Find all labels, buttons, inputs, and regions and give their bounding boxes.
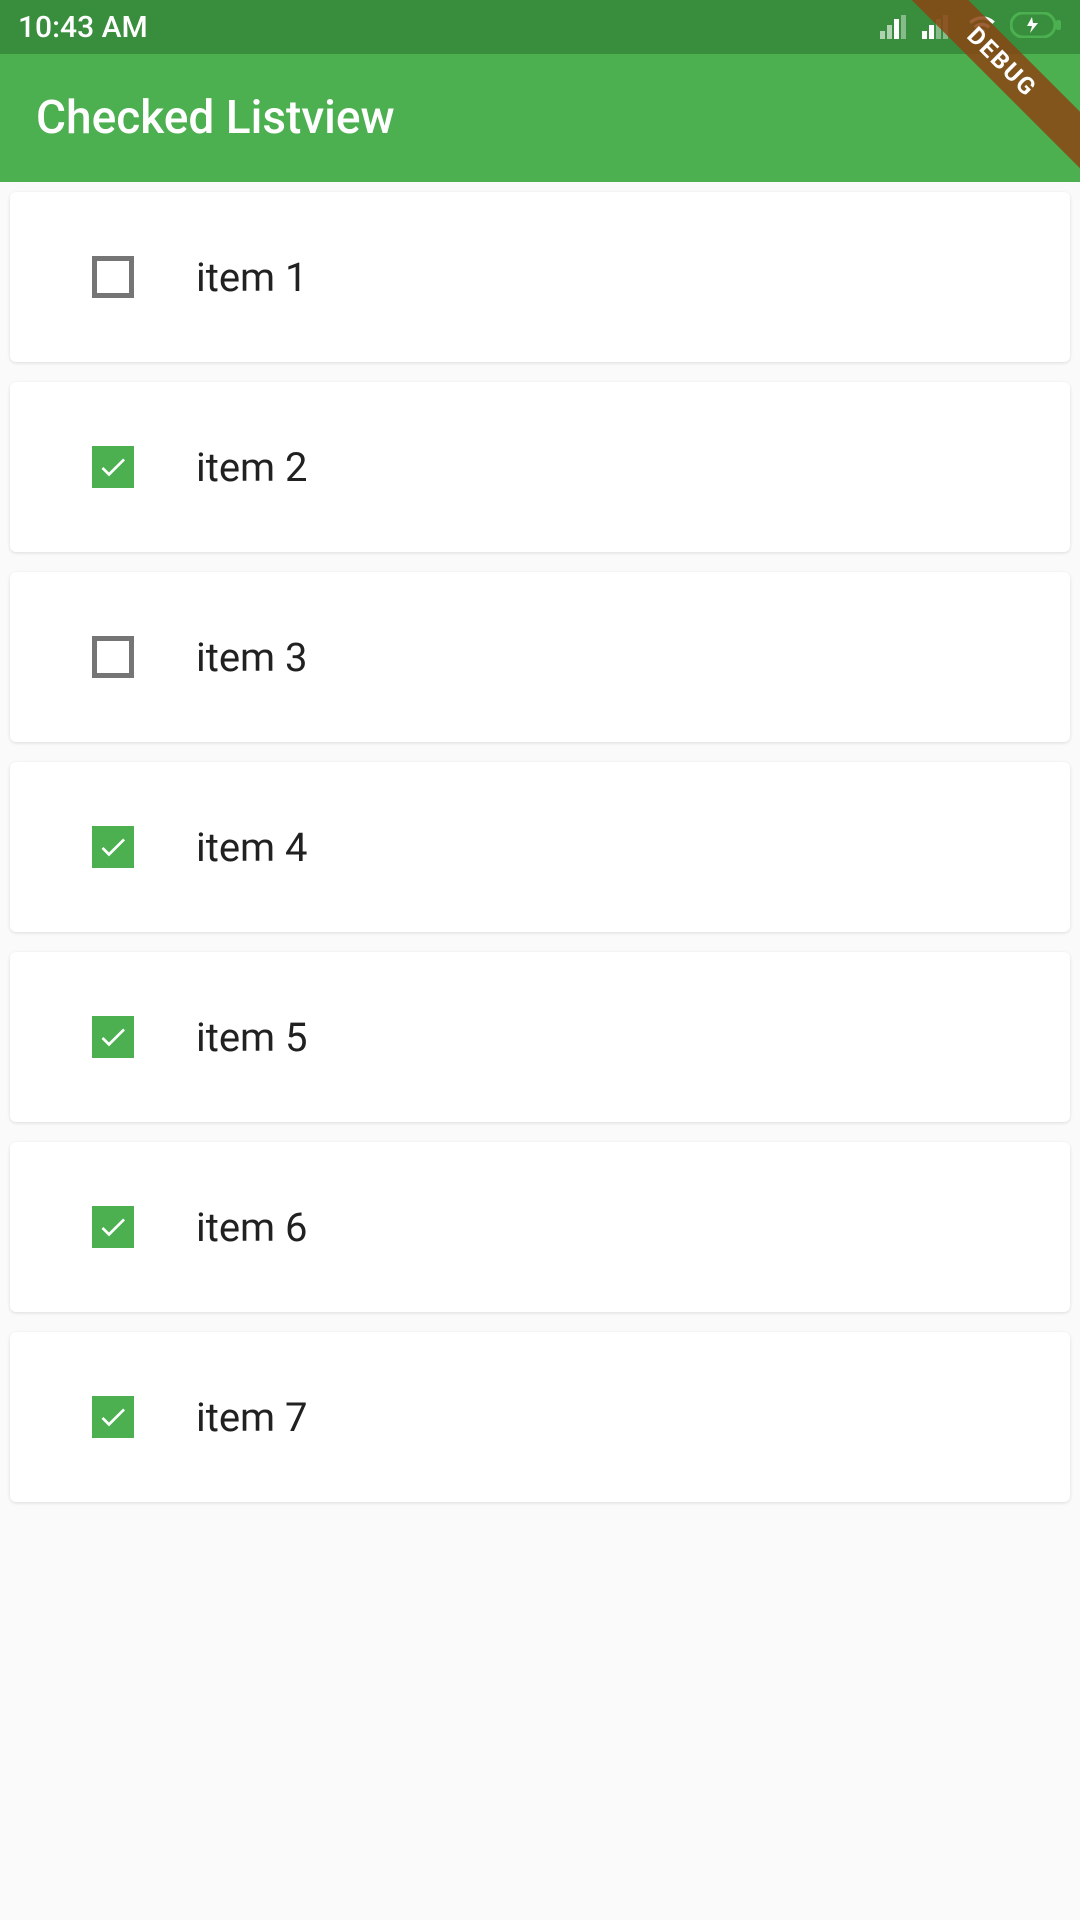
checkbox[interactable] bbox=[92, 636, 134, 678]
list-item-label: item 6 bbox=[196, 1204, 308, 1251]
list-item-label: item 4 bbox=[196, 824, 308, 871]
status-icons bbox=[880, 11, 1062, 43]
wifi-icon bbox=[964, 11, 1000, 43]
list-item-label: item 3 bbox=[196, 634, 308, 681]
list-item-label: item 1 bbox=[196, 254, 308, 301]
battery-charging-icon bbox=[1010, 12, 1062, 42]
checkbox[interactable] bbox=[92, 256, 134, 298]
checkbox[interactable] bbox=[92, 1016, 134, 1058]
checkbox[interactable] bbox=[92, 826, 134, 868]
page-title: Checked Listview bbox=[36, 91, 395, 145]
checkbox[interactable] bbox=[92, 446, 134, 488]
checkbox[interactable] bbox=[92, 1206, 134, 1248]
list-item[interactable]: item 1 bbox=[10, 192, 1070, 362]
checkbox[interactable] bbox=[92, 1396, 134, 1438]
signal-icon bbox=[922, 15, 954, 39]
list-item-label: item 5 bbox=[196, 1014, 308, 1061]
list-item[interactable]: item 5 bbox=[10, 952, 1070, 1122]
list-item[interactable]: item 3 bbox=[10, 572, 1070, 742]
list-item[interactable]: item 6 bbox=[10, 1142, 1070, 1312]
app-bar: Checked Listview bbox=[0, 54, 1080, 182]
list-item-label: item 7 bbox=[196, 1394, 308, 1441]
status-time: 10:43 AM bbox=[18, 10, 148, 45]
list-item[interactable]: item 4 bbox=[10, 762, 1070, 932]
list-item-label: item 2 bbox=[196, 444, 308, 491]
list-item[interactable]: item 2 bbox=[10, 382, 1070, 552]
status-bar: 10:43 AM bbox=[0, 0, 1080, 54]
list-container: item 1 item 2 item 3 item 4 item 5 item … bbox=[0, 182, 1080, 1502]
list-item[interactable]: item 7 bbox=[10, 1332, 1070, 1502]
signal-icon bbox=[880, 15, 912, 39]
